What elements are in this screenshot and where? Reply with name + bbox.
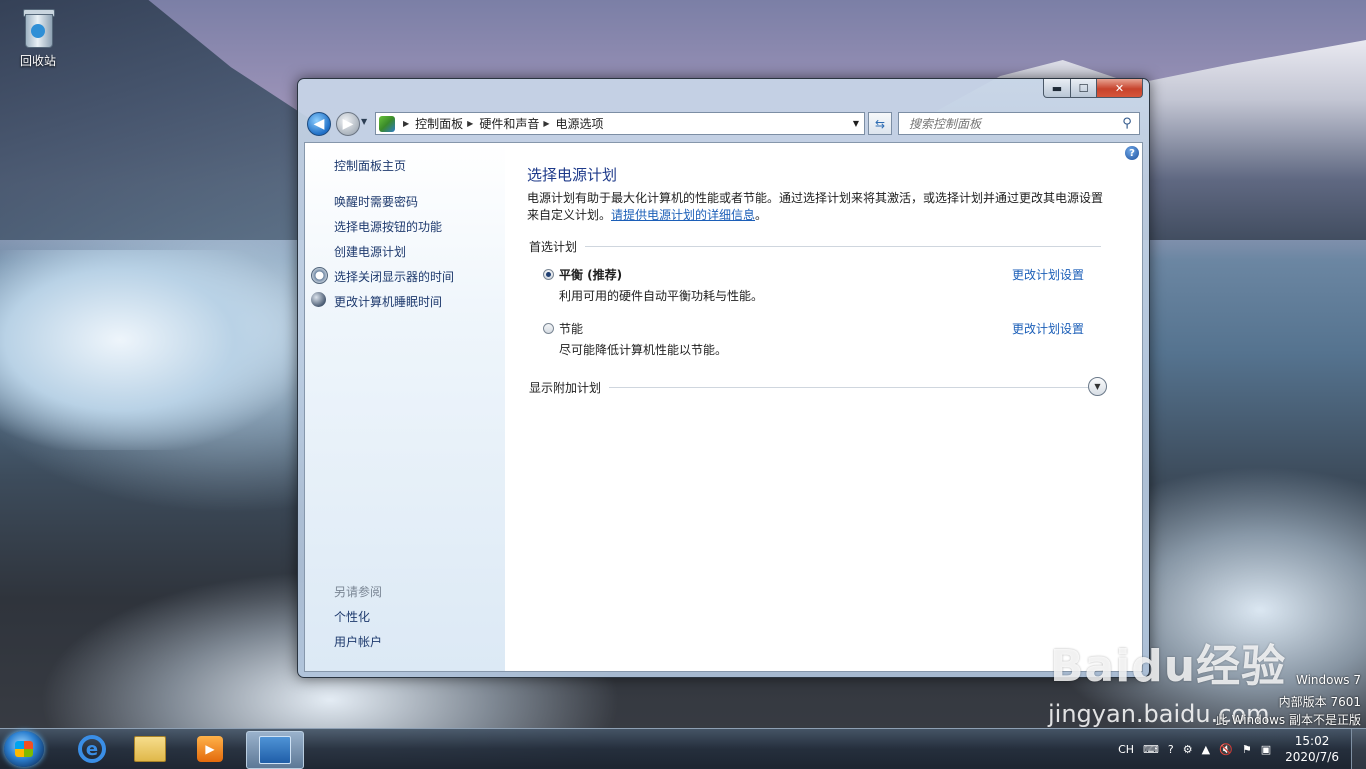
sidebar-link-user-accounts[interactable]: 用户帐户	[334, 633, 382, 650]
plan-power-saver-name[interactable]: 节能	[559, 320, 583, 337]
search-icon[interactable]: ⚲	[1119, 116, 1135, 131]
additional-plans-heading[interactable]: 显示附加计划	[529, 379, 601, 396]
preferred-plans-heading: 首选计划	[529, 240, 578, 254]
sidebar-link-personalization[interactable]: 个性化	[334, 608, 370, 625]
search-input[interactable]	[907, 115, 1119, 132]
control-panel-icon	[379, 115, 395, 132]
os-build-text: 内部版本 7601	[1278, 695, 1361, 709]
taskbar-power-options[interactable]	[246, 731, 304, 769]
address-dropdown-icon[interactable]: ▼	[848, 119, 864, 128]
sidebar-link-sleep-time[interactable]: 更改计算机睡眠时间	[334, 293, 442, 310]
group-divider	[585, 246, 1101, 247]
clock-time: 15:02	[1294, 734, 1330, 748]
radio-balanced[interactable]	[543, 269, 554, 280]
power-options-window: ▬ ☐ ✕ ◀ ▶ ▼ ▶ 控制面板 ▶ 硬件和声音 ▶ 电源选项 ▼ ⇆ ⚲ …	[297, 78, 1150, 678]
keyboard-icon[interactable]: ⌨	[1143, 743, 1159, 756]
expand-chevron-icon[interactable]: ▼	[1088, 377, 1107, 396]
sidebar-link-wake-password[interactable]: 唤醒时需要密码	[334, 193, 418, 210]
language-indicator[interactable]: CH	[1118, 743, 1134, 756]
sidebar-link-power-button[interactable]: 选择电源按钮的功能	[334, 218, 442, 235]
address-bar[interactable]: ▶ 控制面板 ▶ 硬件和声音 ▶ 电源选项 ▼	[375, 112, 865, 135]
clock-date: 2020/7/6	[1285, 750, 1339, 764]
moon-icon	[311, 292, 326, 307]
taskbar-explorer[interactable]	[122, 731, 178, 767]
breadcrumb-separator-icon[interactable]: ▶	[543, 119, 549, 128]
description-end: 。	[755, 208, 768, 222]
network-icon[interactable]: ▣	[1261, 743, 1271, 756]
show-desktop-button[interactable]	[1351, 729, 1366, 769]
page-title: 选择电源计划	[527, 166, 618, 184]
taskbar-media-player[interactable]: ▶	[182, 731, 238, 767]
plan-balanced-desc: 利用可用的硬件自动平衡功耗与性能。	[559, 289, 764, 303]
forward-arrow-icon[interactable]: ▶	[336, 112, 360, 136]
recycle-bin-label: 回收站	[19, 54, 56, 68]
sidebar-link-display-off[interactable]: 选择关闭显示器的时间	[334, 268, 454, 285]
taskbar-ie[interactable]: e	[64, 731, 120, 767]
search-box[interactable]: ⚲	[898, 112, 1140, 135]
preferred-plans-group: 首选计划	[529, 238, 1101, 255]
change-plan-settings-power-saver[interactable]: 更改计划设置	[1012, 320, 1084, 337]
system-tray: CH ⌨ ? ⚙ ▲ 🔇 ⚑ ▣ 15:02 2020/7/6	[1109, 729, 1366, 769]
tray-settings-icon[interactable]: ⚙	[1183, 743, 1193, 756]
recent-pages-dropdown-icon[interactable]: ▼	[361, 117, 367, 126]
power-options-icon	[259, 736, 291, 764]
clock-icon	[311, 267, 328, 284]
wallpaper-ice	[0, 250, 300, 450]
media-player-icon: ▶	[197, 736, 223, 762]
breadcrumb-hardware-sound[interactable]: 硬件和声音	[479, 115, 539, 132]
refresh-icon[interactable]: ⇆	[868, 112, 892, 135]
navigation-bar: ◀ ▶ ▼ ▶ 控制面板 ▶ 硬件和声音 ▶ 电源选项 ▼ ⇆ ⚲	[298, 107, 1149, 141]
ie-icon: e	[78, 735, 106, 763]
sidebar-link-home[interactable]: 控制面板主页	[334, 157, 406, 174]
change-plan-settings-balanced[interactable]: 更改计划设置	[1012, 266, 1084, 283]
clock[interactable]: 15:02 2020/7/6	[1285, 733, 1339, 765]
help-icon[interactable]: ?	[1125, 146, 1139, 160]
see-also-heading: 另请参阅	[334, 585, 383, 599]
minimize-button[interactable]: ▬	[1043, 79, 1071, 98]
action-center-flag-icon[interactable]: ⚑	[1242, 743, 1252, 756]
radio-power-saver[interactable]	[543, 323, 554, 334]
maximize-button[interactable]: ☐	[1071, 79, 1097, 98]
caption-buttons: ▬ ☐ ✕	[1043, 79, 1143, 98]
recycle-bin-icon	[21, 6, 55, 48]
sidebar-link-create-plan[interactable]: 创建电源计划	[334, 243, 406, 260]
group-divider	[609, 387, 1089, 388]
breadcrumb-separator-icon[interactable]: ▶	[467, 119, 473, 128]
plan-power-saver-desc: 尽可能降低计算机性能以节能。	[559, 343, 728, 357]
breadcrumb-control-panel[interactable]: 控制面板	[415, 115, 463, 132]
explorer-folder-icon	[134, 736, 166, 762]
os-name-text: Windows 7	[1295, 673, 1361, 687]
plan-details-link[interactable]: 请提供电源计划的详细信息	[611, 208, 755, 222]
taskbar: e ▶ CH ⌨ ? ⚙ ▲ 🔇 ⚑ ▣ 15:02 2020/7/6	[0, 728, 1366, 769]
volume-muted-icon[interactable]: 🔇	[1219, 743, 1233, 756]
baidu-watermark-logo: Baidu经验	[1050, 641, 1287, 692]
back-arrow-icon[interactable]: ◀	[307, 112, 331, 136]
start-orb-icon[interactable]	[4, 731, 44, 767]
plan-balanced-name[interactable]: 平衡 (推荐)	[559, 266, 622, 283]
desktop-icon-recycle-bin[interactable]: 回收站	[12, 6, 64, 69]
breadcrumb-separator-icon[interactable]: ▶	[403, 119, 409, 128]
page-description: 电源计划有助于最大化计算机的性能或者节能。通过选择计划来将其激活，或选择计划并通…	[527, 190, 1112, 224]
breadcrumb-power-options[interactable]: 电源选项	[556, 115, 604, 132]
os-genuine-text: 此 Windows 副本不是正版	[1215, 713, 1361, 727]
additional-plans-group[interactable]: 显示附加计划 ▼	[529, 377, 1107, 396]
show-hidden-icons-icon[interactable]: ▲	[1202, 743, 1210, 756]
window-content: 控制面板主页 唤醒时需要密码 选择电源按钮的功能 创建电源计划 选择关闭显示器的…	[304, 142, 1143, 672]
help-tray-icon[interactable]: ?	[1168, 743, 1174, 756]
close-button[interactable]: ✕	[1097, 79, 1143, 98]
task-pane: 控制面板主页 唤醒时需要密码 选择电源按钮的功能 创建电源计划 选择关闭显示器的…	[305, 143, 505, 671]
